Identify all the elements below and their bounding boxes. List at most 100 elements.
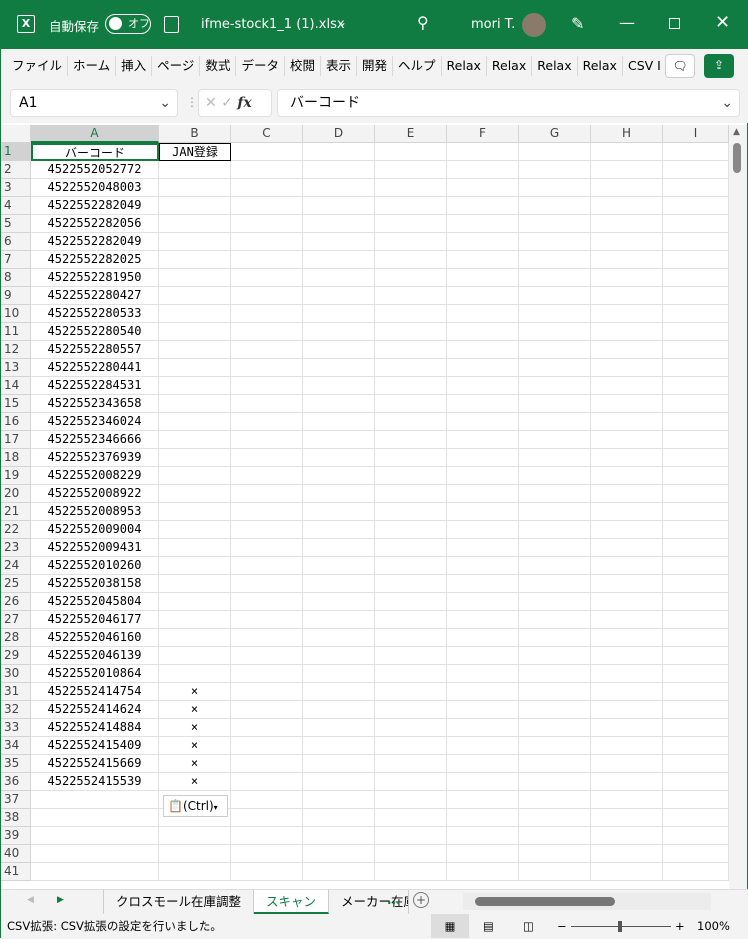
cell-C38[interactable] (231, 809, 303, 827)
zoom-out-button[interactable]: − (557, 914, 567, 938)
cell-A20[interactable]: 4522552008922 (31, 485, 159, 503)
cell-I40[interactable] (663, 845, 729, 863)
cell-B5[interactable] (159, 215, 231, 233)
cell-C37[interactable] (231, 791, 303, 809)
cell-D16[interactable] (303, 413, 375, 431)
ribbon-tab[interactable]: Relax (442, 56, 487, 76)
cell-A8[interactable]: 4522552281950 (31, 269, 159, 287)
cell-A18[interactable]: 4522552376939 (31, 449, 159, 467)
cell-E36[interactable] (375, 773, 447, 791)
cell-A5[interactable]: 4522552282056 (31, 215, 159, 233)
cell-I2[interactable] (663, 161, 729, 179)
cell-B4[interactable] (159, 197, 231, 215)
row-header[interactable]: 8 (1, 269, 31, 287)
close-button[interactable]: ✕ (715, 12, 730, 33)
cell-G3[interactable] (519, 179, 591, 197)
cell-A34[interactable]: 4522552415409 (31, 737, 159, 755)
paste-options-button[interactable]: 📋(Ctrl)▾ (163, 795, 228, 817)
cell-D33[interactable] (303, 719, 375, 737)
cell-H3[interactable] (591, 179, 663, 197)
cell-F4[interactable] (447, 197, 519, 215)
cell-B2[interactable] (159, 161, 231, 179)
cell-C41[interactable] (231, 863, 303, 881)
cell-F9[interactable] (447, 287, 519, 305)
cell-I12[interactable] (663, 341, 729, 359)
cell-E37[interactable] (375, 791, 447, 809)
add-sheet-icon[interactable]: + (413, 892, 429, 908)
row-header[interactable]: 39 (1, 827, 31, 845)
cell-A3[interactable]: 4522552048003 (31, 179, 159, 197)
row-header[interactable]: 14 (1, 377, 31, 395)
cell-G15[interactable] (519, 395, 591, 413)
column-header-F[interactable]: F (447, 125, 519, 143)
cell-A11[interactable]: 4522552280540 (31, 323, 159, 341)
prev-sheet-icon[interactable]: ◀ (27, 895, 34, 905)
cell-C22[interactable] (231, 521, 303, 539)
insert-function-icon[interactable]: fx (237, 95, 251, 111)
select-all-corner[interactable] (1, 125, 31, 143)
cell-H23[interactable] (591, 539, 663, 557)
cell-G16[interactable] (519, 413, 591, 431)
maximize-button[interactable] (669, 18, 680, 29)
cell-D25[interactable] (303, 575, 375, 593)
cell-B30[interactable] (159, 665, 231, 683)
row-header[interactable]: 13 (1, 359, 31, 377)
row-header[interactable]: 38 (1, 809, 31, 827)
cell-I19[interactable] (663, 467, 729, 485)
ribbon-tab[interactable]: 挿入 (116, 56, 153, 76)
ribbon-tab[interactable]: 校閲 (285, 56, 321, 76)
cell-F33[interactable] (447, 719, 519, 737)
cell-H6[interactable] (591, 233, 663, 251)
cell-E28[interactable] (375, 629, 447, 647)
ribbon-tab[interactable]: CSV I (623, 56, 667, 76)
cell-G7[interactable] (519, 251, 591, 269)
cell-F20[interactable] (447, 485, 519, 503)
cell-A40[interactable] (31, 845, 159, 863)
zoom-slider-thumb[interactable] (618, 921, 622, 932)
cell-B23[interactable] (159, 539, 231, 557)
cell-G25[interactable] (519, 575, 591, 593)
cell-C2[interactable] (231, 161, 303, 179)
cell-F37[interactable] (447, 791, 519, 809)
sheet-tab[interactable]: クロスモール在庫調整 (104, 890, 255, 914)
cell-A33[interactable]: 4522552414884 (31, 719, 159, 737)
cell-B20[interactable] (159, 485, 231, 503)
cell-D36[interactable] (303, 773, 375, 791)
cell-I24[interactable] (663, 557, 729, 575)
cell-A17[interactable]: 4522552346666 (31, 431, 159, 449)
cell-G11[interactable] (519, 323, 591, 341)
row-header[interactable]: 1 (1, 143, 31, 161)
cell-B19[interactable] (159, 467, 231, 485)
cell-H33[interactable] (591, 719, 663, 737)
cell-C1[interactable] (231, 143, 303, 161)
cell-I34[interactable] (663, 737, 729, 755)
row-header[interactable]: 36 (1, 773, 31, 791)
ribbon-tab[interactable]: 数式 (200, 56, 237, 76)
cell-F41[interactable] (447, 863, 519, 881)
cell-A12[interactable]: 4522552280557 (31, 341, 159, 359)
cell-G2[interactable] (519, 161, 591, 179)
cell-H9[interactable] (591, 287, 663, 305)
row-header[interactable]: 30 (1, 665, 31, 683)
cell-I38[interactable] (663, 809, 729, 827)
row-header[interactable]: 11 (1, 323, 31, 341)
cell-H37[interactable] (591, 791, 663, 809)
cell-E26[interactable] (375, 593, 447, 611)
cell-E12[interactable] (375, 341, 447, 359)
pen-icon[interactable]: ✎ (571, 14, 584, 33)
cell-B7[interactable] (159, 251, 231, 269)
scroll-up-icon[interactable]: ▲ (733, 127, 740, 137)
cell-C40[interactable] (231, 845, 303, 863)
cell-D22[interactable] (303, 521, 375, 539)
cell-B27[interactable] (159, 611, 231, 629)
cell-G24[interactable] (519, 557, 591, 575)
zoom-level[interactable]: 100% (697, 914, 730, 938)
ribbon-tab[interactable]: ヘルプ (393, 56, 442, 76)
vertical-scrollbar[interactable]: ▲ (729, 125, 747, 889)
cell-D40[interactable] (303, 845, 375, 863)
cell-F39[interactable] (447, 827, 519, 845)
cell-D1[interactable] (303, 143, 375, 161)
row-header[interactable]: 6 (1, 233, 31, 251)
cell-F38[interactable] (447, 809, 519, 827)
cell-B36[interactable]: × (159, 773, 231, 791)
